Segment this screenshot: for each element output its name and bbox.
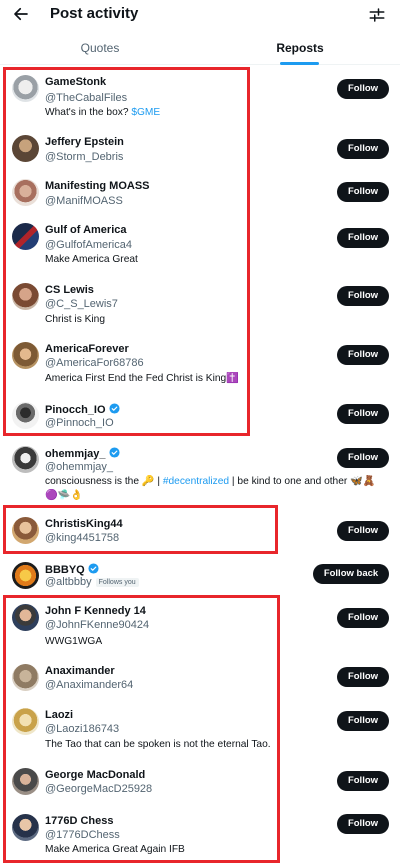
avatar[interactable]: [12, 562, 39, 589]
follow-button[interactable]: Follow: [337, 814, 389, 834]
avatar[interactable]: [12, 517, 39, 544]
avatar[interactable]: [12, 814, 39, 841]
user-bio: consciousness is the 🔑 | #decentralized …: [45, 476, 376, 487]
verified-badge-icon: [108, 447, 120, 458]
arrow-left-icon[interactable]: [12, 5, 30, 23]
follow-button[interactable]: Follow: [337, 521, 389, 541]
user-bio: America First End the Fed Christ is King…: [45, 373, 239, 384]
user-row[interactable]: GameStonk @TheCabalFiles What's in the b…: [0, 70, 400, 126]
avatar[interactable]: [12, 135, 39, 162]
avatar[interactable]: [12, 446, 39, 473]
avatar[interactable]: [12, 664, 39, 691]
user-row[interactable]: Gulf of America @GulfofAmerica4 Make Ame…: [0, 218, 400, 274]
user-name[interactable]: Laozi: [45, 709, 73, 721]
sliders-icon[interactable]: [368, 6, 386, 24]
follow-button[interactable]: Follow: [337, 608, 389, 628]
user-handle[interactable]: @C_S_Lewis7: [45, 298, 118, 310]
avatar[interactable]: [12, 342, 39, 369]
user-name[interactable]: GameStonk: [45, 76, 106, 88]
user-handle[interactable]: @AmericaFor68786: [45, 357, 144, 369]
avatar[interactable]: [12, 402, 39, 429]
avatar[interactable]: [12, 75, 39, 102]
user-row[interactable]: Manifesting MOASS @ManifMOASS Follow: [0, 174, 400, 214]
user-row[interactable]: ChristisKing44 @king4451758 Follow: [0, 513, 400, 551]
user-handle[interactable]: @JohnFKenne90424: [45, 619, 149, 631]
user-name[interactable]: 1776D Chess: [45, 815, 114, 827]
user-bio: WWG1WGA: [45, 636, 103, 647]
user-bio: The Tao that can be spoken is not the et…: [45, 739, 271, 750]
tab-reposts[interactable]: Reposts: [200, 31, 400, 65]
avatar[interactable]: [12, 604, 39, 631]
avatar[interactable]: [12, 223, 39, 250]
user-name[interactable]: Anaximander: [45, 665, 115, 677]
user-name[interactable]: ChristisKing44: [45, 518, 123, 530]
activity-tabs: Quotes Reposts: [0, 31, 400, 65]
user-row[interactable]: CS Lewis @C_S_Lewis7 Christ is King Foll…: [0, 278, 400, 334]
user-name[interactable]: John F Kennedy 14: [45, 605, 146, 617]
user-bio: Make America Great Again IFB: [45, 844, 185, 855]
user-handle[interactable]: @ManifMOASS: [45, 195, 123, 207]
user-row[interactable]: George MacDonald @GeorgeMacD25928 Follow: [0, 764, 400, 804]
user-name[interactable]: AmericaForever: [45, 343, 129, 355]
follow-button[interactable]: Follow: [337, 79, 389, 99]
follow-button[interactable]: Follow: [337, 448, 389, 468]
user-handle[interactable]: @TheCabalFiles: [45, 92, 127, 104]
user-row[interactable]: AmericaForever @AmericaFor68786 America …: [0, 338, 400, 394]
user-name[interactable]: Gulf of America: [45, 224, 127, 236]
bio-link[interactable]: #decentralized: [163, 476, 229, 487]
user-name[interactable]: George MacDonald: [45, 769, 145, 781]
follow-button[interactable]: Follow: [337, 228, 389, 248]
top-bar: Post activity: [0, 0, 400, 30]
follow-button[interactable]: Follow: [337, 404, 389, 424]
user-handle[interactable]: @Storm_Debris: [45, 151, 123, 163]
user-handle[interactable]: @GeorgeMacD25928: [45, 783, 152, 795]
bio-link[interactable]: $GME: [131, 107, 160, 118]
verified-badge-icon: [88, 563, 99, 574]
verified-badge-icon: [108, 403, 120, 414]
page-title: Post activity: [50, 5, 139, 22]
user-handle[interactable]: @altbbby: [45, 576, 92, 588]
user-handle[interactable]: @ohemmjay_: [45, 461, 113, 473]
follow-button[interactable]: Follow: [337, 182, 389, 202]
user-handle[interactable]: @king4451758: [45, 532, 119, 544]
follow-button[interactable]: Follow: [337, 286, 389, 306]
follows-you-badge: Follows you: [95, 578, 139, 587]
user-name[interactable]: Manifesting MOASS: [45, 180, 150, 192]
user-handle[interactable]: @1776DChess: [45, 829, 120, 841]
user-name[interactable]: Pinocch_IO: [45, 403, 120, 416]
user-bio: Make America Great: [45, 254, 138, 265]
user-name[interactable]: Jeffery Epstein: [45, 136, 124, 148]
follow-button[interactable]: Follow: [337, 345, 389, 365]
user-row[interactable]: 1776D Chess @1776DChess Make America Gre…: [0, 810, 400, 860]
user-name[interactable]: ohemmjay_: [45, 447, 120, 460]
user-row[interactable]: ohemmjay_ @ohemmjay_ consciousness is th…: [0, 442, 400, 506]
avatar[interactable]: [12, 708, 39, 735]
user-bio-line2: 🟣🛸👌: [45, 490, 84, 501]
avatar[interactable]: [12, 768, 39, 795]
follow-back-button[interactable]: Follow back: [313, 564, 389, 584]
follow-button[interactable]: Follow: [337, 667, 389, 687]
follow-button[interactable]: Follow: [337, 139, 389, 159]
user-name[interactable]: CS Lewis: [45, 284, 94, 296]
user-handle[interactable]: @Pinnoch_IO: [45, 417, 114, 429]
active-tab-indicator: [280, 62, 319, 65]
user-row[interactable]: Jeffery Epstein @Storm_Debris Follow: [0, 130, 400, 170]
user-bio: What's in the box? $GME: [45, 107, 161, 118]
user-row[interactable]: Laozi @Laozi186743 The Tao that can be s…: [0, 704, 400, 762]
user-name[interactable]: BBBYQ: [45, 563, 99, 576]
follow-button[interactable]: Follow: [337, 771, 389, 791]
user-handle-line: @altbbby Follows you: [45, 576, 139, 588]
avatar[interactable]: [12, 283, 39, 310]
user-handle[interactable]: @Anaximander64: [45, 679, 133, 691]
user-bio: Christ is King: [45, 314, 106, 325]
user-row[interactable]: Anaximander @Anaximander64 Follow: [0, 660, 400, 700]
user-handle[interactable]: @GulfofAmerica4: [45, 239, 132, 251]
user-handle[interactable]: @Laozi186743: [45, 723, 119, 735]
avatar[interactable]: [12, 179, 39, 206]
user-row[interactable]: BBBYQ @altbbby Follows you Follow back: [0, 560, 400, 596]
follow-button[interactable]: Follow: [337, 711, 389, 731]
user-row[interactable]: Pinocch_IO @Pinnoch_IO Follow: [0, 398, 400, 436]
user-row[interactable]: John F Kennedy 14 @JohnFKenne90424 WWG1W…: [0, 600, 400, 656]
tab-quotes[interactable]: Quotes: [0, 31, 200, 65]
